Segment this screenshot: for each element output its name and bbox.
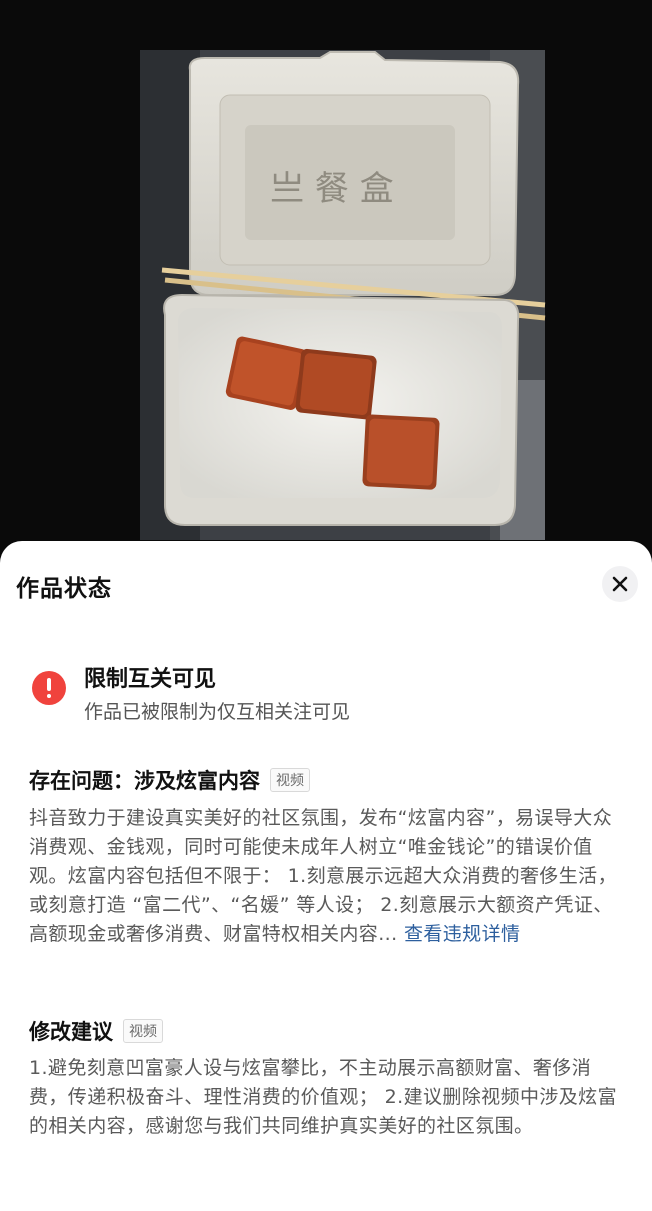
view-violation-details-link[interactable]: 查看违规详情 <box>404 923 520 945</box>
suggestion-heading: 修改建议 <box>29 1020 113 1044</box>
video-photo: 亗 餐 盒 <box>140 50 546 540</box>
close-icon <box>612 576 628 592</box>
suggestion-text: 1.避免刻意凹富豪人设与炫富攀比，不主动展示高额财富、奢侈消费，传递积极奋斗、理… <box>29 1057 617 1137</box>
svg-text:亗 餐 盒: 亗 餐 盒 <box>270 169 394 209</box>
suggestion-tag: 视频 <box>123 1019 163 1043</box>
suggestion-heading-row: 修改建议 视频 <box>29 1016 163 1046</box>
work-status-sheet: 作品状态 限制互关可见 作品已被限制为仅互相关注可见 存在问题：涉及炫富内容 视… <box>0 541 652 1211</box>
status-description: 作品已被限制为仅互相关注可见 <box>84 701 351 723</box>
sheet-title: 作品状态 <box>16 576 112 602</box>
issue-heading: 存在问题：涉及炫富内容 <box>29 769 260 793</box>
alert-icon <box>32 671 66 705</box>
status-title: 限制互关可见 <box>84 667 217 692</box>
status-row: 限制互关可见 作品已被限制为仅互相关注可见 <box>30 651 630 723</box>
issue-text: 抖音致力于建设真实美好的社区氛围，发布“炫富内容”，易误导大众消费观、金钱观，同… <box>29 807 617 945</box>
issue-text-block: 抖音致力于建设真实美好的社区氛围，发布“炫富内容”，易误导大众消费观、金钱观，同… <box>29 804 625 949</box>
issue-tag: 视频 <box>270 768 310 792</box>
issue-heading-row: 存在问题：涉及炫富内容 视频 <box>29 765 310 795</box>
video-frame[interactable]: 亗 餐 盒 <box>0 0 652 560</box>
close-button[interactable] <box>602 566 638 602</box>
